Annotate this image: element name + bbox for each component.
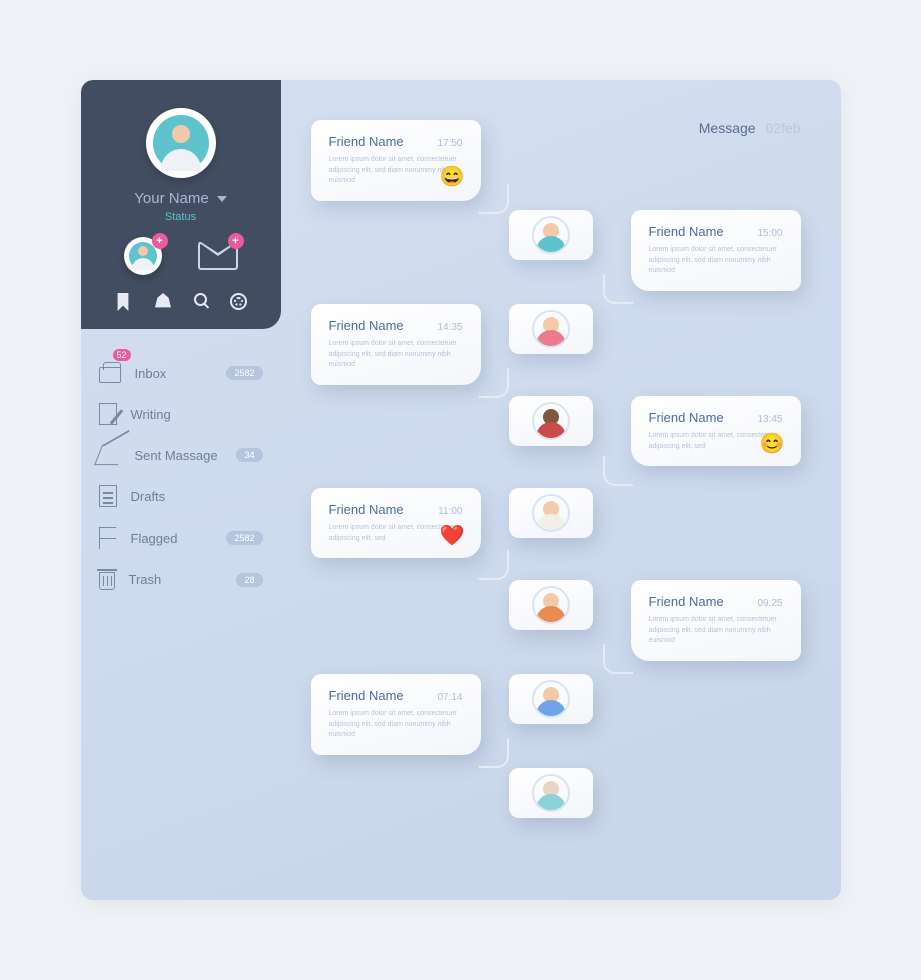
- inbox-count-badge: 52: [113, 349, 131, 361]
- friend-avatar[interactable]: [509, 210, 593, 260]
- heart-emoji: ❤️: [440, 523, 465, 548]
- trash-icon: [99, 572, 115, 590]
- laugh-emoji: 😄: [440, 164, 465, 189]
- badge: 34: [236, 448, 262, 462]
- message-card[interactable]: Friend Name13:45 Lorem ipsum dolor sit a…: [631, 396, 801, 466]
- paper-plane-icon: [94, 445, 126, 465]
- connector: [479, 550, 509, 580]
- plus-icon: +: [228, 233, 244, 249]
- inbox-icon: [99, 367, 121, 383]
- page-header: Message 02feb: [699, 120, 801, 136]
- message-card[interactable]: Friend Name11:00 Lorem ipsum dolor sit a…: [311, 488, 481, 558]
- user-name: Your Name: [134, 190, 209, 207]
- header-date: 02feb: [765, 120, 800, 136]
- sidebar: Your Name Status + +: [81, 80, 281, 900]
- nav-sent[interactable]: Sent Massage 34: [99, 435, 263, 475]
- friend-avatar[interactable]: [509, 580, 593, 630]
- connector: [603, 644, 633, 674]
- nav-inbox[interactable]: 52 Inbox 2582: [99, 353, 263, 393]
- message-timeline: Message 02feb Friend Name17:50 Lorem ips…: [281, 80, 841, 900]
- message-card[interactable]: Friend Name09:25 Lorem ipsum dolor sit a…: [631, 580, 801, 661]
- toolbar: [99, 293, 263, 311]
- badge: 2582: [226, 531, 262, 545]
- chevron-down-icon: [217, 196, 227, 202]
- nav-flagged[interactable]: Flagged 2582: [99, 517, 263, 559]
- writing-icon: [99, 403, 117, 425]
- connector: [479, 368, 509, 398]
- connector: [479, 738, 509, 768]
- header-label: Message: [699, 120, 756, 136]
- profile-panel: Your Name Status + +: [81, 80, 281, 329]
- friend-avatar[interactable]: [509, 304, 593, 354]
- search-icon[interactable]: [194, 293, 207, 306]
- connector: [603, 456, 633, 486]
- connector: [603, 274, 633, 304]
- smile-emoji: 😊: [760, 431, 785, 456]
- nav-list: 52 Inbox 2582 Writing Sent Massage 34 Dr…: [81, 329, 281, 624]
- document-icon: [99, 485, 117, 507]
- add-friend-button[interactable]: +: [124, 237, 162, 275]
- friend-avatar[interactable]: [509, 396, 593, 446]
- friend-avatar[interactable]: [509, 488, 593, 538]
- user-name-row[interactable]: Your Name: [99, 190, 263, 207]
- bell-icon[interactable]: [155, 293, 171, 309]
- bookmark-icon[interactable]: [114, 293, 132, 311]
- gear-icon[interactable]: [230, 293, 247, 310]
- connector: [479, 184, 509, 214]
- nav-trash[interactable]: Trash 28: [99, 559, 263, 600]
- message-card[interactable]: Friend Name14:35 Lorem ipsum dolor sit a…: [311, 304, 481, 385]
- nav-drafts[interactable]: Drafts: [99, 475, 263, 517]
- profile-actions: + +: [99, 237, 263, 275]
- message-card[interactable]: Friend Name15:00 Lorem ipsum dolor sit a…: [631, 210, 801, 291]
- badge: 28: [236, 573, 262, 587]
- badge: 2582: [226, 366, 262, 380]
- friend-avatar[interactable]: [509, 768, 593, 818]
- friend-avatar[interactable]: [509, 674, 593, 724]
- user-status: Status: [99, 211, 263, 223]
- nav-writing[interactable]: Writing: [99, 393, 263, 435]
- compose-button[interactable]: +: [198, 237, 238, 275]
- flag-icon: [99, 527, 117, 549]
- message-card[interactable]: Friend Name17:50 Lorem ipsum dolor sit a…: [311, 120, 481, 201]
- message-card[interactable]: Friend Name07:14 Lorem ipsum dolor sit a…: [311, 674, 481, 755]
- app-window: Your Name Status + +: [81, 80, 841, 900]
- plus-icon: +: [152, 233, 168, 249]
- user-avatar[interactable]: [146, 108, 216, 178]
